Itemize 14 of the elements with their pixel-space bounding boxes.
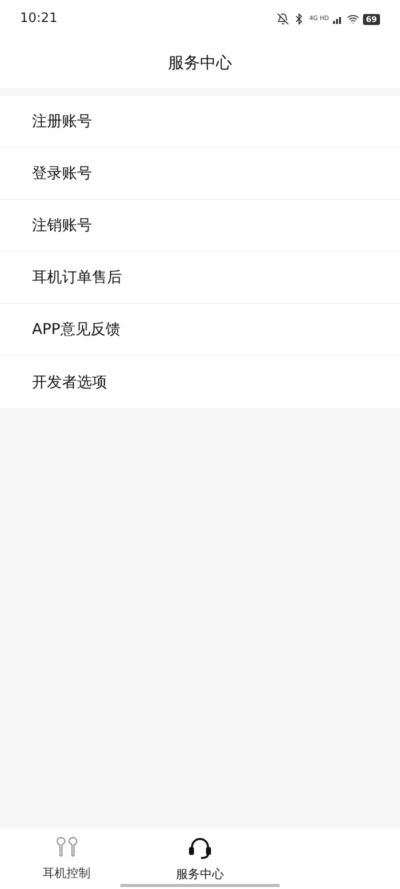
earbuds-icon [54,836,80,860]
tab[interactable]: 服务中心 [133,828,267,889]
status-time: 10:21 [20,10,58,28]
menu-item[interactable]: APP意见反馈 [0,304,400,356]
battery-level: 69 [362,14,380,24]
bell-off-icon [277,13,290,25]
signal-icon [332,14,343,24]
menu-item[interactable]: 开发者选项 [0,356,400,408]
menu-item[interactable]: 耳机订单售后 [0,252,400,304]
tab[interactable]: 耳机控制 [0,828,134,889]
page-title: 服务中心 [168,52,232,74]
menu-item[interactable]: 登录账号 [0,148,400,200]
menu-item[interactable]: 注销账号 [0,200,400,252]
menu-item[interactable]: 注册账号 [0,96,400,148]
